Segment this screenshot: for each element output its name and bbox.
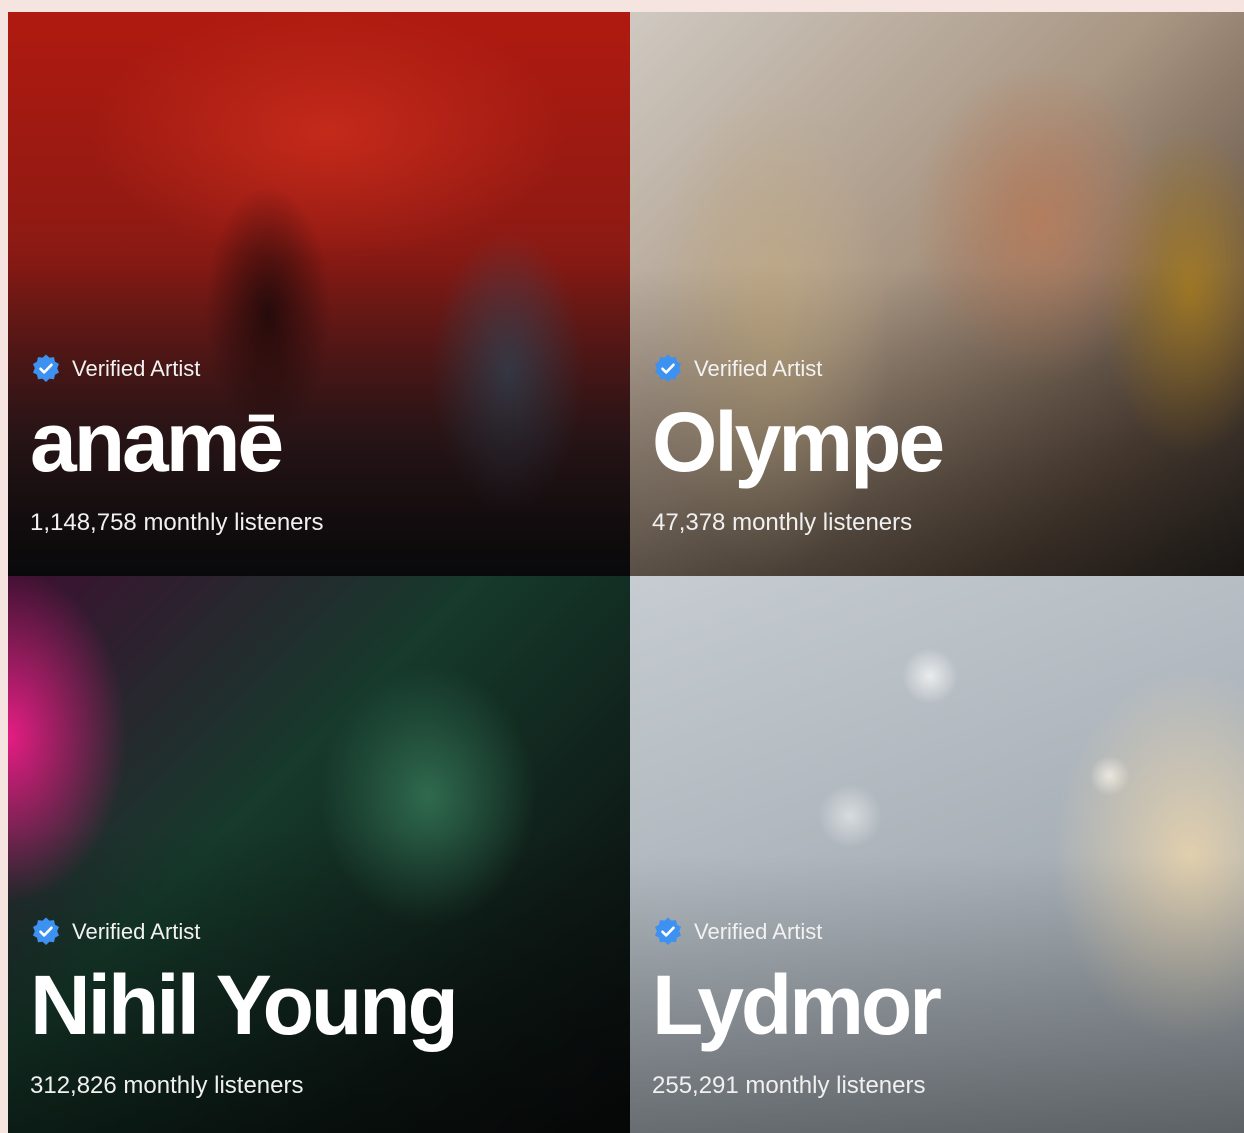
- artist-name: Nihil Young: [30, 958, 459, 1052]
- verified-badge-icon: [33, 917, 59, 945]
- monthly-listeners: 312,826 monthly listeners: [30, 1072, 304, 1099]
- verified-row: Verified Artist: [30, 916, 618, 948]
- monthly-listeners: 255,291 monthly listeners: [652, 1072, 926, 1099]
- artist-card-aname[interactable]: Verified Artist anamē 1,148,758 monthly …: [8, 12, 630, 576]
- artist-grid: Verified Artist anamē 1,148,758 monthly …: [8, 12, 1244, 1133]
- monthly-listeners: 1,148,758 monthly listeners: [30, 509, 324, 536]
- verified-badge-icon: [655, 354, 681, 382]
- verified-label: Verified Artist: [72, 919, 201, 944]
- monthly-listeners: 47,378 monthly listeners: [652, 509, 913, 536]
- verified-badge-icon: [33, 354, 59, 382]
- artist-name: anamē: [30, 395, 284, 489]
- verified-row: Verified Artist: [652, 353, 1232, 385]
- verified-row: Verified Artist: [652, 916, 1232, 948]
- artist-card-nihil-young[interactable]: Verified Artist Nihil Young 312,826 mont…: [8, 576, 630, 1133]
- artist-card-lydmor[interactable]: Verified Artist Lydmor 255,291 monthly l…: [630, 576, 1244, 1133]
- verified-label: Verified Artist: [694, 919, 823, 944]
- artist-name: Olympe: [652, 395, 945, 489]
- verified-badge-icon: [655, 917, 681, 945]
- artist-name: Lydmor: [652, 958, 942, 1052]
- verified-label: Verified Artist: [694, 356, 823, 381]
- verified-label: Verified Artist: [72, 356, 201, 381]
- artist-card-olympe[interactable]: Verified Artist Olympe 47,378 monthly li…: [630, 12, 1244, 576]
- verified-row: Verified Artist: [30, 353, 618, 385]
